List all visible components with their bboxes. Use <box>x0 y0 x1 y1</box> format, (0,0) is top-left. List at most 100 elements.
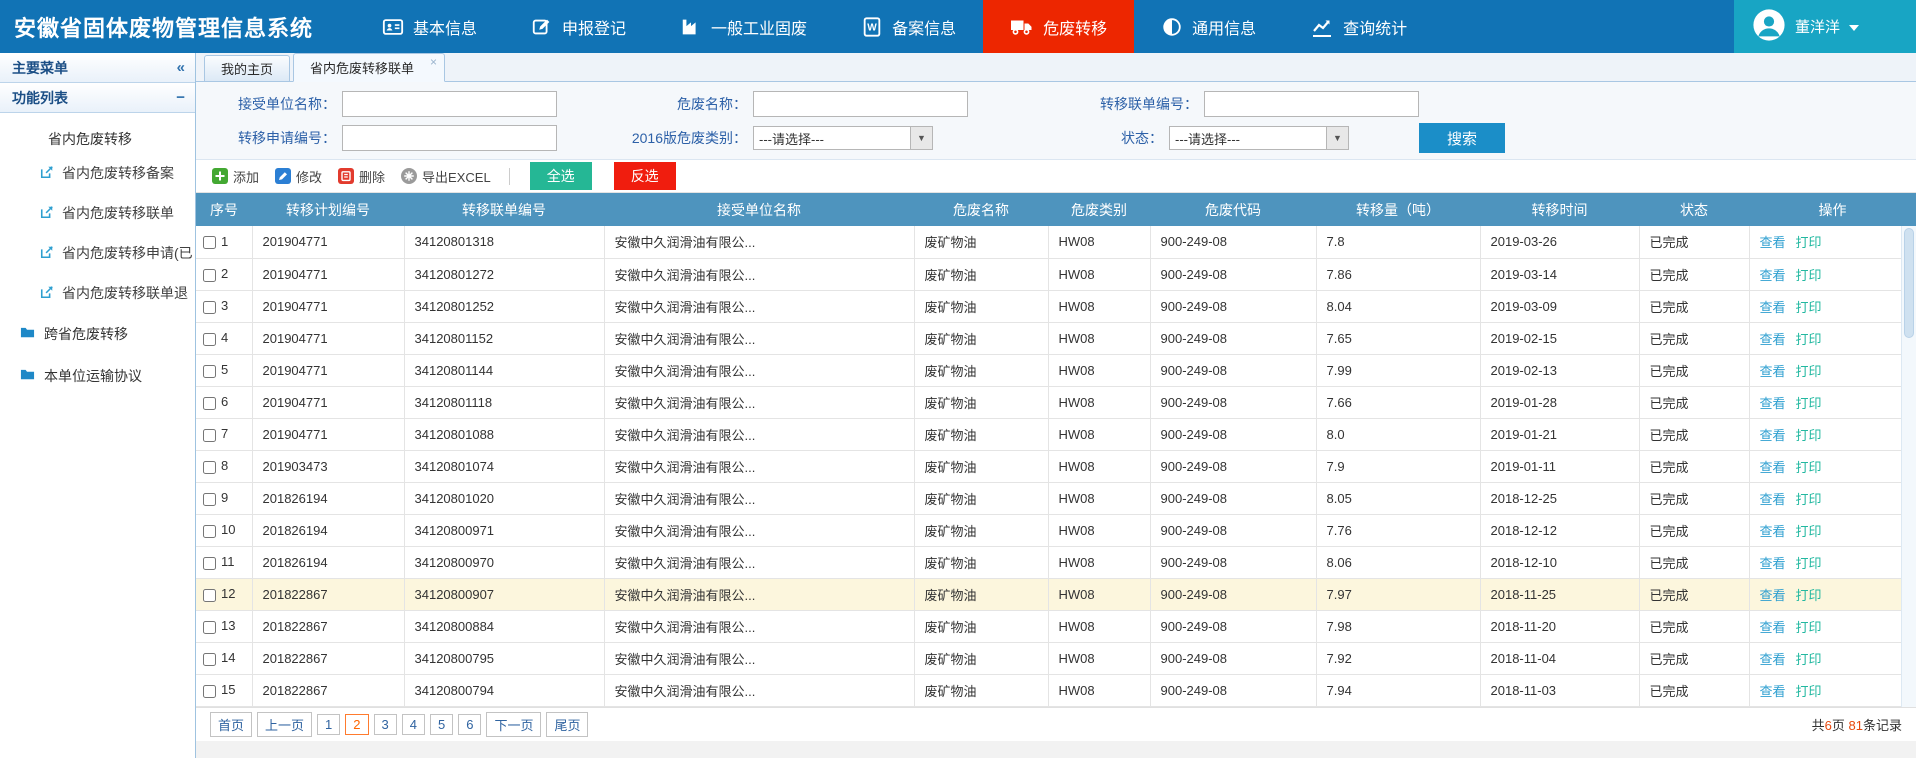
row-checkbox[interactable] <box>203 236 216 249</box>
minimize-button[interactable]: − <box>176 89 185 106</box>
print-link[interactable]: 打印 <box>1796 396 1822 411</box>
nav-item[interactable]: 查询统计 <box>1283 0 1434 53</box>
scrollbar-thumb[interactable] <box>1904 228 1914 338</box>
print-link[interactable]: 打印 <box>1796 620 1822 635</box>
row-checkbox[interactable] <box>203 365 216 378</box>
row-checkbox[interactable] <box>203 301 216 314</box>
view-link[interactable]: 查看 <box>1760 684 1786 699</box>
nav-item[interactable]: 申报登记 <box>504 0 653 53</box>
sidebar-group-intra-province[interactable]: 省内危废转移 <box>0 113 195 153</box>
view-link[interactable]: 查看 <box>1760 652 1786 667</box>
print-link[interactable]: 打印 <box>1796 588 1822 603</box>
view-link[interactable]: 查看 <box>1760 396 1786 411</box>
row-checkbox[interactable] <box>203 269 216 282</box>
print-link[interactable]: 打印 <box>1796 235 1822 250</box>
nav-item[interactable]: 一般工业固废 <box>653 0 834 53</box>
edit-button[interactable]: 修改 <box>271 167 326 186</box>
view-link[interactable]: 查看 <box>1760 428 1786 443</box>
table-row[interactable]: 1120182619434120800970安徽中久润滑油有限公...废矿物油H… <box>196 546 1916 578</box>
add-button[interactable]: 添加 <box>208 167 263 186</box>
category-select[interactable]: ---请选择--- ▼ <box>753 126 933 150</box>
sidebar-folder-item[interactable]: 跨省危废转移 <box>0 313 195 355</box>
row-checkbox[interactable] <box>203 589 216 602</box>
print-link[interactable]: 打印 <box>1796 364 1822 379</box>
view-link[interactable]: 查看 <box>1760 556 1786 571</box>
pagination-page-1[interactable]: 1 <box>317 714 340 735</box>
table-row[interactable]: 1220182286734120800907安徽中久润滑油有限公...废矿物油H… <box>196 578 1916 610</box>
row-checkbox[interactable] <box>203 525 216 538</box>
table-row[interactable]: 820190347334120801074安徽中久润滑油有限公...废矿物油HW… <box>196 450 1916 482</box>
nav-item[interactable]: W备案信息 <box>834 0 983 53</box>
print-link[interactable]: 打印 <box>1796 684 1822 699</box>
table-row[interactable]: 220190477134120801272安徽中久润滑油有限公...废矿物油HW… <box>196 258 1916 290</box>
search-button[interactable]: 搜索 <box>1419 123 1505 153</box>
receiver-name-input[interactable] <box>342 91 557 117</box>
sidebar-item[interactable]: 省内危废转移申请(已 <box>0 233 195 273</box>
print-link[interactable]: 打印 <box>1796 652 1822 667</box>
table-row[interactable]: 520190477134120801144安徽中久润滑油有限公...废矿物油HW… <box>196 354 1916 386</box>
table-row[interactable]: 1520182286734120800794安徽中久润滑油有限公...废矿物油H… <box>196 674 1916 706</box>
table-row[interactable]: 920182619434120801020安徽中久润滑油有限公...废矿物油HW… <box>196 482 1916 514</box>
pagination-page-6[interactable]: 6 <box>458 714 481 735</box>
waste-name-input[interactable] <box>753 91 968 117</box>
view-link[interactable]: 查看 <box>1760 332 1786 347</box>
pagination-next[interactable]: 下一页 <box>486 712 541 737</box>
print-link[interactable]: 打印 <box>1796 492 1822 507</box>
view-link[interactable]: 查看 <box>1760 235 1786 250</box>
sidebar-item[interactable]: 省内危废转移联单 <box>0 193 195 233</box>
close-icon[interactable]: × <box>430 55 437 69</box>
print-link[interactable]: 打印 <box>1796 300 1822 315</box>
print-link[interactable]: 打印 <box>1796 428 1822 443</box>
tab-manifest[interactable]: 省内危废转移联单 × <box>293 53 445 82</box>
pagination-page-4[interactable]: 4 <box>402 714 425 735</box>
view-link[interactable]: 查看 <box>1760 492 1786 507</box>
view-link[interactable]: 查看 <box>1760 364 1786 379</box>
user-menu[interactable]: 董洋洋 <box>1734 0 1916 53</box>
print-link[interactable]: 打印 <box>1796 268 1822 283</box>
table-row[interactable]: 720190477134120801088安徽中久润滑油有限公...废矿物油HW… <box>196 418 1916 450</box>
pagination-first[interactable]: 首页 <box>210 712 252 737</box>
print-link[interactable]: 打印 <box>1796 332 1822 347</box>
scrollbar[interactable] <box>1901 226 1916 707</box>
select-all-button[interactable]: 全选 <box>530 162 592 190</box>
print-link[interactable]: 打印 <box>1796 460 1822 475</box>
collapse-sidebar-button[interactable]: « <box>177 59 185 76</box>
row-checkbox[interactable] <box>203 557 216 570</box>
status-select[interactable]: ---请选择--- ▼ <box>1169 126 1349 150</box>
nav-item[interactable]: 基本信息 <box>355 0 504 53</box>
manifest-no-input[interactable] <box>1204 91 1419 117</box>
pagination-last[interactable]: 尾页 <box>546 712 588 737</box>
table-row[interactable]: 620190477134120801118安徽中久润滑油有限公...废矿物油HW… <box>196 386 1916 418</box>
print-link[interactable]: 打印 <box>1796 556 1822 571</box>
table-row[interactable]: 1020182619434120800971安徽中久润滑油有限公...废矿物油H… <box>196 514 1916 546</box>
view-link[interactable]: 查看 <box>1760 460 1786 475</box>
table-row[interactable]: 120190477134120801318安徽中久润滑油有限公...废矿物油HW… <box>196 226 1916 258</box>
export-button[interactable]: 导出EXCEL <box>397 167 495 186</box>
sidebar-item[interactable]: 省内危废转移联单退 <box>0 273 195 313</box>
row-checkbox[interactable] <box>203 653 216 666</box>
table-row[interactable]: 320190477134120801252安徽中久润滑油有限公...废矿物油HW… <box>196 290 1916 322</box>
pagination-page-5[interactable]: 5 <box>430 714 453 735</box>
sidebar-item[interactable]: 省内危废转移备案 <box>0 153 195 193</box>
nav-item[interactable]: 通用信息 <box>1134 0 1283 53</box>
view-link[interactable]: 查看 <box>1760 588 1786 603</box>
print-link[interactable]: 打印 <box>1796 524 1822 539</box>
table-row[interactable]: 420190477134120801152安徽中久润滑油有限公...废矿物油HW… <box>196 322 1916 354</box>
table-row[interactable]: 1320182286734120800884安徽中久润滑油有限公...废矿物油H… <box>196 610 1916 642</box>
tab-my-home[interactable]: 我的主页 <box>204 55 290 81</box>
row-checkbox[interactable] <box>203 685 216 698</box>
row-checkbox[interactable] <box>203 493 216 506</box>
apply-no-input[interactable] <box>342 125 557 151</box>
view-link[interactable]: 查看 <box>1760 524 1786 539</box>
pagination-page-3[interactable]: 3 <box>374 714 397 735</box>
table-row[interactable]: 1420182286734120800795安徽中久润滑油有限公...废矿物油H… <box>196 642 1916 674</box>
row-checkbox[interactable] <box>203 429 216 442</box>
row-checkbox[interactable] <box>203 461 216 474</box>
view-link[interactable]: 查看 <box>1760 300 1786 315</box>
view-link[interactable]: 查看 <box>1760 268 1786 283</box>
sidebar-folder-item[interactable]: 本单位运输协议 <box>0 355 195 397</box>
pagination-page-2[interactable]: 2 <box>345 714 368 735</box>
nav-item[interactable]: 危废转移 <box>983 0 1134 53</box>
row-checkbox[interactable] <box>203 397 216 410</box>
delete-button[interactable]: 删除 <box>334 167 389 186</box>
